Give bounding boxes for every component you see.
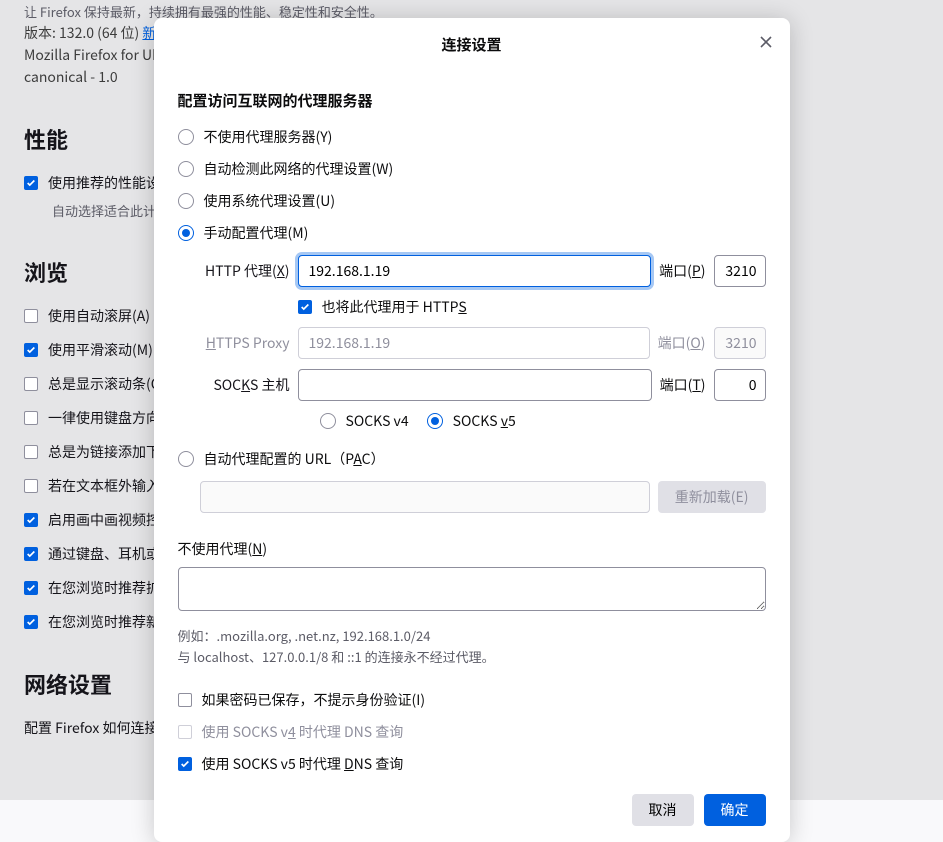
https-proxy-input xyxy=(298,327,650,359)
http-proxy-input[interactable] xyxy=(298,255,652,287)
dns-v5-row[interactable]: 使用 SOCKS v5 时代理 DNS 查询 xyxy=(178,754,766,774)
also-https-checkbox[interactable] xyxy=(298,300,312,314)
dialog-title: 连接设置 xyxy=(441,34,501,55)
proxy-heading: 配置访问互联网的代理服务器 xyxy=(178,90,766,111)
https-proxy-label: HTTPS Proxy xyxy=(200,333,290,353)
radio-icon xyxy=(178,451,194,467)
http-port-input[interactable] xyxy=(714,255,766,287)
radio-auto-detect[interactable]: 自动检测此网络的代理设置(W) xyxy=(178,159,766,179)
no-proxy-for-input[interactable] xyxy=(178,567,766,611)
cancel-button[interactable]: 取消 xyxy=(632,794,694,826)
radio-pac[interactable]: 自动代理配置的 URL（PAC） xyxy=(178,449,766,469)
connection-settings-dialog: 连接设置 配置访问互联网的代理服务器 不使用代理服务器(Y) 自动检测此网络的代… xyxy=(154,18,790,842)
radio-socks-v4[interactable]: SOCKS v4 xyxy=(320,411,409,431)
radio-icon xyxy=(427,413,443,429)
radio-socks-v5[interactable]: SOCKS v5 xyxy=(427,411,516,431)
socks-host-input[interactable] xyxy=(298,369,652,401)
http-port-label: 端口(P) xyxy=(659,261,705,281)
also-https-label: 也将此代理用于 HTTPS xyxy=(322,297,467,317)
socks-port-label: 端口(T) xyxy=(660,375,706,395)
reload-button: 重新加载(E) xyxy=(658,481,766,513)
dns-v4-checkbox xyxy=(178,725,192,739)
saved-pw-row[interactable]: 如果密码已保存，不提示身份验证(I) xyxy=(178,690,766,710)
socks-port-input[interactable] xyxy=(714,369,766,401)
modal-overlay: 连接设置 配置访问互联网的代理服务器 不使用代理服务器(Y) 自动检测此网络的代… xyxy=(0,0,943,800)
close-icon xyxy=(759,35,773,49)
http-proxy-label: HTTP 代理(X) xyxy=(200,261,290,281)
no-proxy-for-label: 不使用代理(N) xyxy=(178,539,766,559)
radio-icon xyxy=(178,225,194,241)
radio-manual-proxy[interactable]: 手动配置代理(M) xyxy=(178,223,766,243)
dns-v4-row: 使用 SOCKS v4 时代理 DNS 查询 xyxy=(178,722,766,742)
dns-v5-checkbox[interactable] xyxy=(178,757,192,771)
radio-icon xyxy=(178,129,194,145)
https-port-input xyxy=(714,327,766,359)
radio-icon xyxy=(178,193,194,209)
example-text: 例如：.mozilla.org, .net.nz, 192.168.1.0/24… xyxy=(178,626,766,668)
pac-url-input xyxy=(200,481,650,513)
radio-system-proxy[interactable]: 使用系统代理设置(U) xyxy=(178,191,766,211)
radio-icon xyxy=(178,161,194,177)
socks-host-label: SOCKS 主机 xyxy=(200,375,290,395)
radio-icon xyxy=(320,413,336,429)
close-button[interactable] xyxy=(754,30,778,54)
saved-pw-checkbox[interactable] xyxy=(178,693,192,707)
https-port-label: 端口(O) xyxy=(658,333,706,353)
radio-no-proxy[interactable]: 不使用代理服务器(Y) xyxy=(178,127,766,147)
ok-button[interactable]: 确定 xyxy=(704,794,766,826)
